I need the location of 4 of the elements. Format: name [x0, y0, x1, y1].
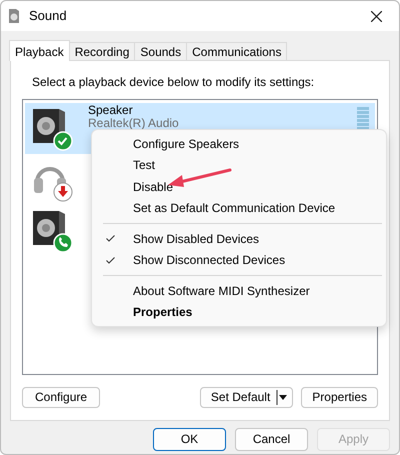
instruction-text: Select a playback device below to modify its settings: [32, 74, 316, 91]
window-title: Sound [29, 7, 68, 26]
device-description: Realtek(R) Audio [88, 117, 179, 130]
device-name: Speaker [88, 104, 134, 117]
